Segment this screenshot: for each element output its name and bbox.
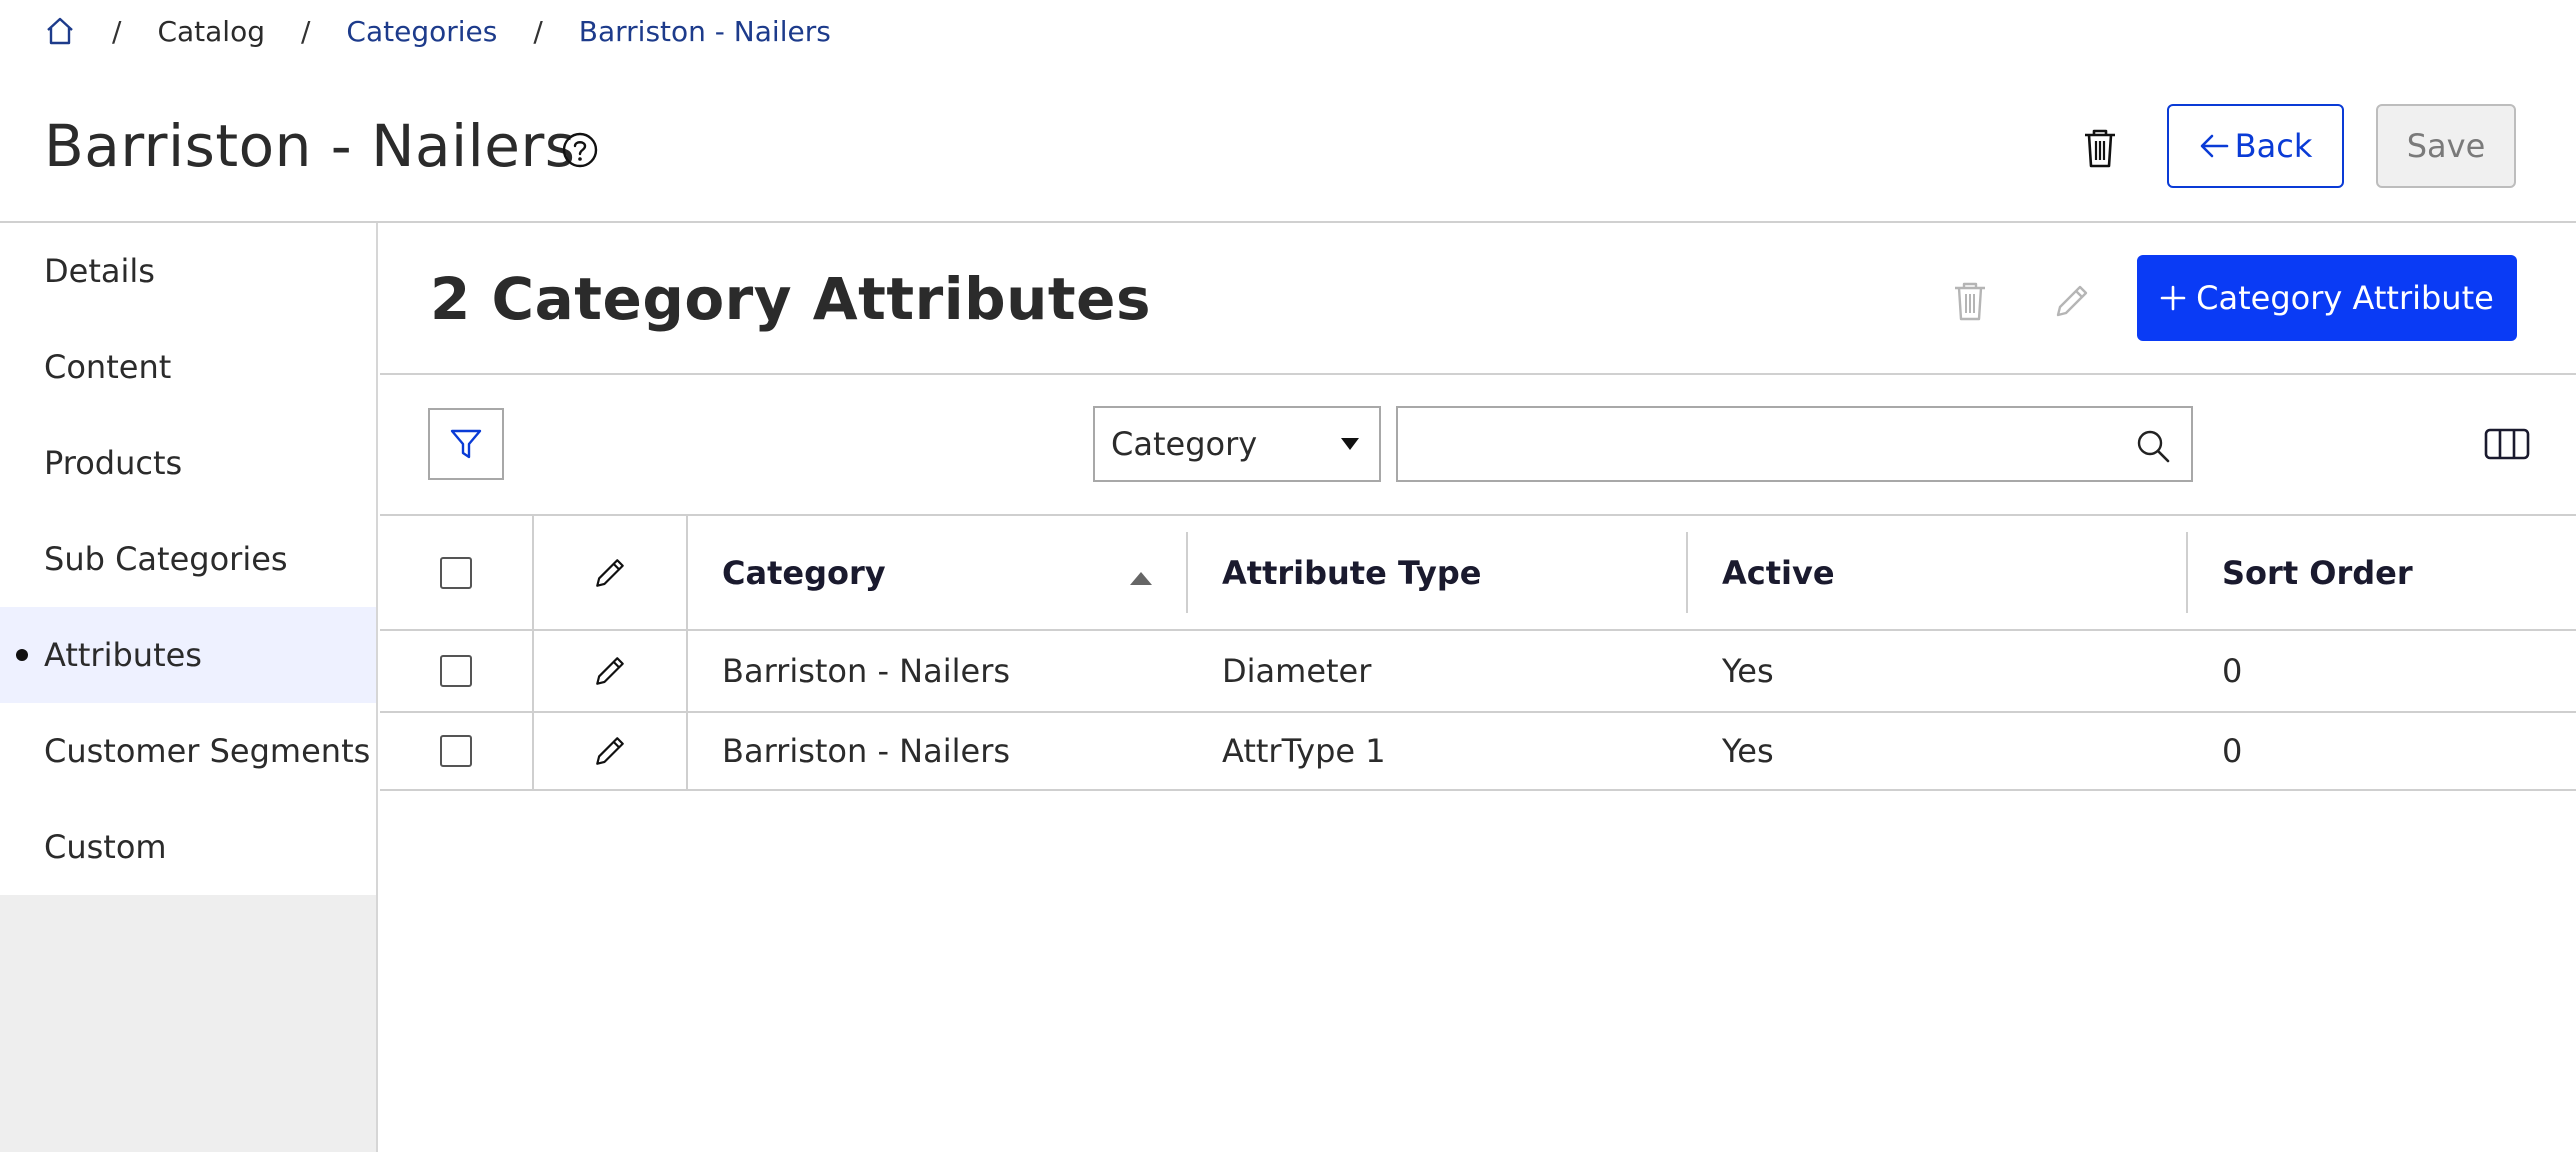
- column-header-attribute-type[interactable]: Attribute Type: [1188, 516, 1688, 629]
- edit-column-header: [534, 516, 688, 629]
- help-circle-icon[interactable]: [560, 130, 600, 170]
- sidebar-item-label: Attributes: [44, 636, 202, 674]
- column-header-label: Attribute Type: [1222, 553, 1482, 592]
- save-button[interactable]: Save: [2376, 104, 2516, 188]
- table-header-row: Category Attribute Type Active Sort Orde…: [380, 516, 2576, 629]
- home-icon[interactable]: [44, 15, 76, 47]
- column-header-label: Category: [722, 553, 886, 592]
- breadcrumb-separator: /: [300, 14, 311, 48]
- cell-sort-order: 0: [2222, 652, 2243, 690]
- sidebar-item-label: Sub Categories: [44, 540, 288, 578]
- cell-sort-order: 0: [2222, 732, 2243, 770]
- row-select-cell: [380, 713, 534, 789]
- active-indicator-dot: [16, 649, 28, 661]
- sidebar-item-label: Content: [44, 348, 172, 386]
- column-header-sort-order[interactable]: Sort Order: [2188, 516, 2576, 629]
- sidebar-item-label: Customer Segments: [44, 732, 371, 770]
- cell-category: Barriston - Nailers: [722, 732, 1011, 770]
- sidebar-nav: Details Content Products Sub Categories …: [0, 223, 376, 895]
- row-checkbox[interactable]: [440, 655, 472, 687]
- section-divider: [380, 373, 2576, 375]
- sidebar-item-attributes[interactable]: Attributes: [0, 607, 376, 703]
- row-checkbox[interactable]: [440, 735, 472, 767]
- row-edit-cell: [534, 631, 688, 711]
- plus-icon: [2160, 285, 2186, 311]
- sidebar: Details Content Products Sub Categories …: [0, 223, 378, 1152]
- main-panel: 2 Category Attributes Category Attribute…: [380, 223, 2576, 1152]
- sidebar-item-label: Products: [44, 444, 183, 482]
- sort-ascending-icon: [1130, 572, 1152, 585]
- arrow-left-icon: [2200, 134, 2228, 158]
- cell-attribute-type: AttrType 1: [1222, 732, 1386, 770]
- sidebar-item-custom[interactable]: Custom: [0, 799, 376, 895]
- back-button-label: Back: [2234, 127, 2313, 165]
- bulk-delete-trash-icon[interactable]: [1950, 279, 1990, 323]
- column-header-category[interactable]: Category: [688, 516, 1188, 629]
- sidebar-item-label: Details: [44, 252, 155, 290]
- cell-attribute-type: Diameter: [1222, 652, 1372, 690]
- search-icon[interactable]: [2133, 426, 2173, 466]
- add-button-label: Category Attribute: [2196, 279, 2494, 317]
- breadcrumb-separator: /: [112, 14, 122, 48]
- select-value: Category: [1111, 425, 1258, 463]
- breadcrumb-current[interactable]: Barriston - Nailers: [579, 15, 831, 48]
- sidebar-item-details[interactable]: Details: [0, 223, 376, 319]
- breadcrumb-categories[interactable]: Categories: [346, 15, 497, 48]
- chevron-down-icon: [1341, 438, 1359, 450]
- breadcrumb: / Catalog / Categories / Barriston - Nai…: [44, 10, 831, 52]
- breadcrumb-separator: /: [533, 14, 543, 48]
- sidebar-item-products[interactable]: Products: [0, 415, 376, 511]
- column-header-active[interactable]: Active: [1688, 516, 2188, 629]
- page: / Catalog / Categories / Barriston - Nai…: [0, 0, 2576, 1152]
- section-title: 2 Category Attributes: [430, 265, 1151, 333]
- column-header-label: Sort Order: [2222, 553, 2413, 592]
- table-row: Barriston - Nailers Diameter Yes 0: [380, 629, 2576, 711]
- back-button[interactable]: Back: [2167, 104, 2344, 188]
- search-field-select[interactable]: Category: [1093, 406, 1381, 482]
- cell-category: Barriston - Nailers: [722, 652, 1011, 690]
- breadcrumb-catalog[interactable]: Catalog: [157, 15, 265, 48]
- page-title: Barriston - Nailers: [44, 112, 576, 180]
- filter-icon: [450, 429, 482, 459]
- save-button-label: Save: [2406, 127, 2486, 165]
- cell-active: Yes: [1722, 652, 1774, 690]
- edit-pencil-icon[interactable]: [590, 651, 630, 691]
- columns-icon[interactable]: [2483, 426, 2531, 462]
- sidebar-item-customer-segments[interactable]: Customer Segments: [0, 703, 376, 799]
- add-category-attribute-button[interactable]: Category Attribute: [2137, 255, 2517, 341]
- row-edit-cell: [534, 713, 688, 789]
- column-header-label: Active: [1722, 553, 1835, 592]
- cell-active: Yes: [1722, 732, 1774, 770]
- select-all-checkbox[interactable]: [440, 556, 472, 589]
- bulk-edit-pencil-icon[interactable]: [2050, 279, 2094, 323]
- pencil-icon: [596, 558, 624, 587]
- row-select-cell: [380, 631, 534, 711]
- filter-button[interactable]: [428, 408, 504, 480]
- select-all-cell: [380, 516, 534, 629]
- sidebar-item-label: Custom: [44, 828, 167, 866]
- sidebar-item-sub-categories[interactable]: Sub Categories: [0, 511, 376, 607]
- delete-trash-icon[interactable]: [2080, 126, 2120, 170]
- table-row: Barriston - Nailers AttrType 1 Yes 0: [380, 711, 2576, 791]
- search-input[interactable]: [1396, 406, 2193, 482]
- edit-pencil-icon[interactable]: [590, 731, 630, 771]
- sidebar-item-content[interactable]: Content: [0, 319, 376, 415]
